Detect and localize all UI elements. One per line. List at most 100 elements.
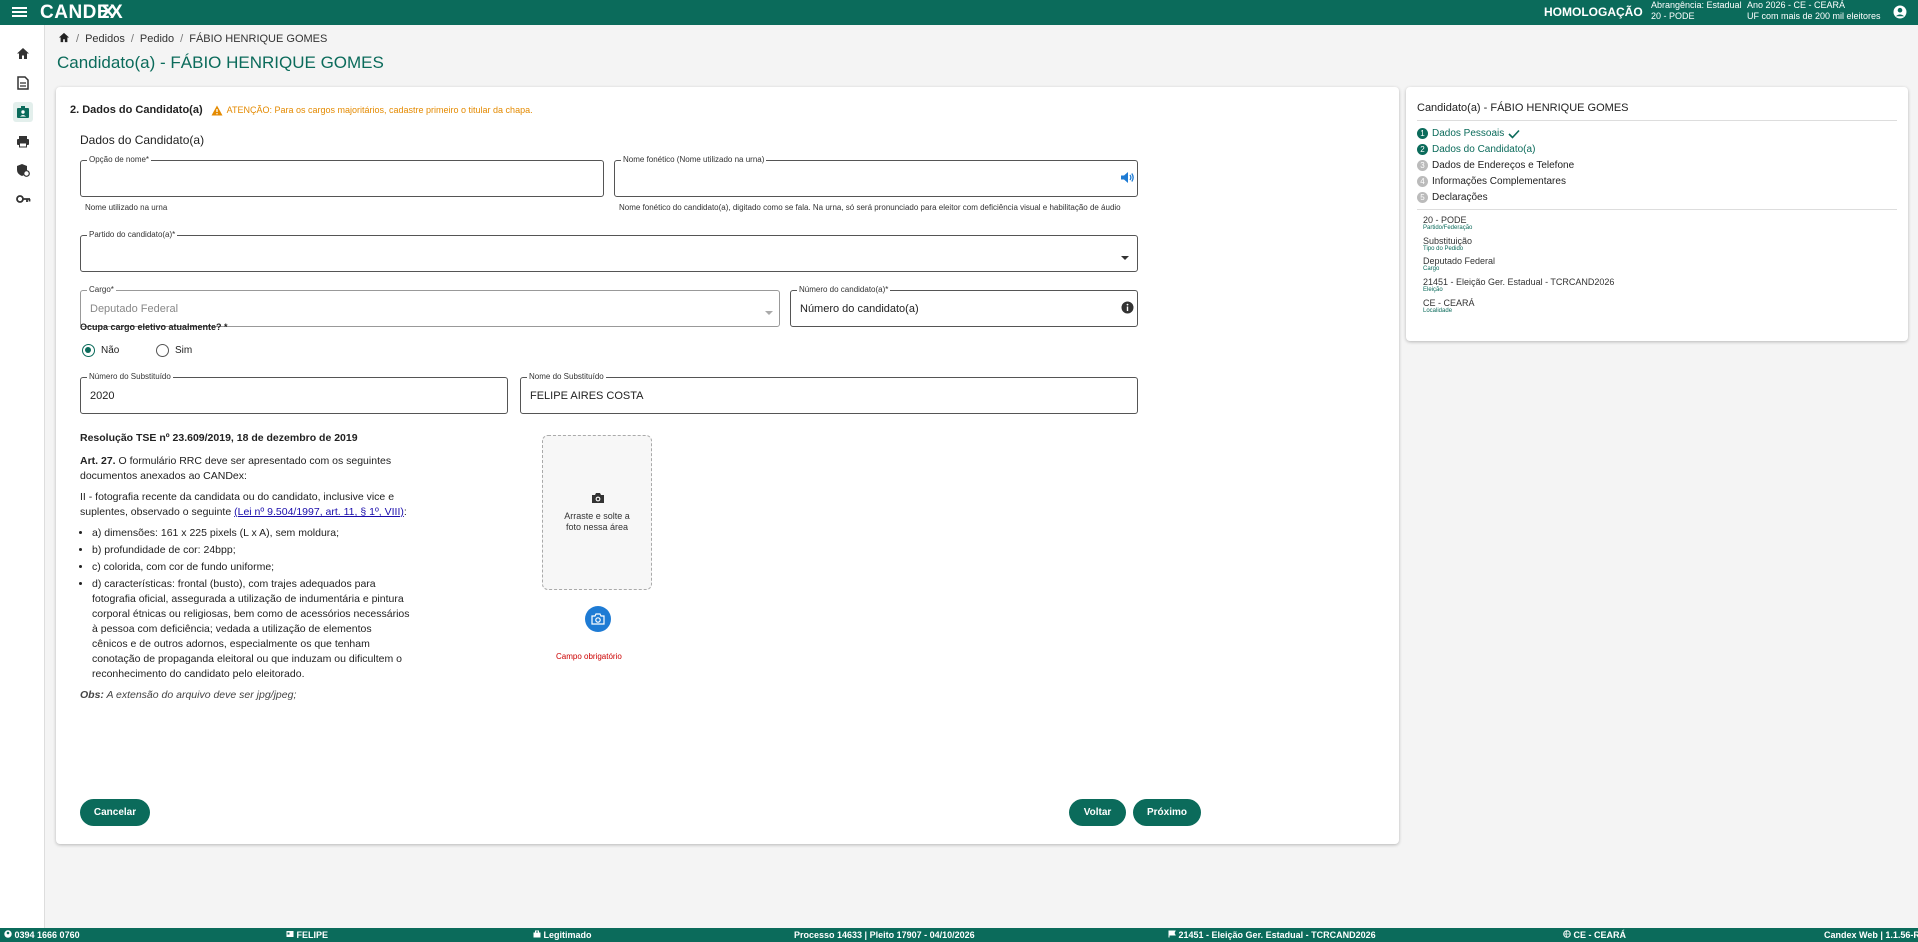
law-link[interactable]: (Lei nº 9.504/1997, art. 11, § 1º, VIII): [234, 506, 404, 518]
step-declaracoes[interactable]: 5 Declarações: [1417, 192, 1488, 203]
menu-icon[interactable]: [12, 5, 27, 20]
scope-line: Abrangência: Estadual: [1651, 0, 1742, 10]
footer-election: 21451 - Eleição Ger. Estadual - TCRCAND2…: [1168, 930, 1376, 940]
step-informacoes[interactable]: 4 Informações Complementares: [1417, 176, 1566, 187]
cancel-button[interactable]: Cancelar: [80, 799, 150, 826]
partido-select[interactable]: Partido do candidato(a)*: [80, 230, 1138, 272]
detail-value: 20 - PODE: [1423, 215, 1467, 225]
numero-substituido-field[interactable]: Número do Substituído 2020: [80, 372, 508, 414]
field-label: Número do candidato(a)*: [797, 285, 891, 294]
party-line: 20 - PODE: [1651, 11, 1695, 21]
home-crumb-icon[interactable]: [58, 32, 70, 46]
footer-election-text: 21451 - Eleição Ger. Estadual - TCRCAND2…: [1178, 930, 1376, 940]
field-placeholder: Número do candidato(a): [800, 303, 919, 315]
detail-value: CE - CEARÁ: [1423, 298, 1475, 308]
add-photo-button[interactable]: [585, 606, 611, 632]
section-title: 2. Dados do Candidato(a): [70, 104, 203, 116]
step-label: Dados do Candidato(a): [1432, 144, 1536, 155]
main-content: / Pedidos / Pedido / FÁBIO HENRIQUE GOME…: [46, 25, 1918, 928]
breadcrumb-separator: /: [180, 33, 184, 45]
candidate-form-card: 2. Dados do Candidato(a) ATENÇÃO: Para o…: [56, 87, 1399, 844]
year-line: Ano 2026 - CE - CEARÁ: [1747, 0, 1846, 10]
step-dados-candidato[interactable]: 2 Dados do Candidato(a): [1417, 144, 1535, 155]
account-circle-icon: [4, 930, 12, 938]
article-label: Art. 27.: [80, 455, 116, 467]
next-button[interactable]: Próximo: [1133, 799, 1201, 826]
chevron-down-icon[interactable]: [1120, 249, 1130, 267]
status-footer: 0394 1666 0760 FELIPE Legitimado Process…: [0, 928, 1918, 942]
step-enderecos[interactable]: 3 Dados de Endereços e Telefone: [1417, 160, 1574, 171]
detail-key: Localidade: [1423, 308, 1453, 314]
flag-icon: [1168, 930, 1176, 938]
detail-localidade: CE - CEARÁ Localidade: [1423, 298, 1475, 315]
home-icon[interactable]: [13, 43, 33, 63]
camera-icon: [591, 491, 605, 509]
list-item: b) profundidade de cor: 24bpp;: [92, 543, 410, 558]
detail-key: Cargo: [1423, 266, 1440, 272]
back-button[interactable]: Voltar: [1069, 799, 1126, 826]
key-icon[interactable]: [13, 189, 33, 209]
detail-partido: 20 - PODE Partido/Federação: [1423, 215, 1472, 232]
detail-key: Eleição: [1423, 287, 1443, 293]
obs-text: A extensão do arquivo deve ser jpg/jpeg;: [106, 689, 297, 701]
nome-opcao-field[interactable]: Opção de nome*: [80, 155, 604, 197]
document-icon[interactable]: [13, 73, 33, 93]
side-panel-title: Candidato(a) - FÁBIO HENRIQUE GOMES: [1417, 102, 1629, 114]
step-number: 3: [1417, 160, 1428, 171]
app-logo: CANDEX: [40, 2, 124, 23]
ocupa-cargo-question: Ocupa cargo eletivo atualmente? *: [80, 322, 228, 332]
step-number: 1: [1417, 128, 1428, 139]
sidebar: [0, 25, 45, 928]
detail-eleicao: 21451 - Eleição Ger. Estadual - TCRCAND2…: [1423, 277, 1614, 294]
print-icon[interactable]: [13, 131, 33, 151]
radio-button[interactable]: [156, 344, 169, 357]
obs-label: Obs:: [80, 689, 104, 701]
step-label: Informações Complementares: [1432, 176, 1566, 187]
account-icon[interactable]: [1893, 5, 1907, 19]
breadcrumb-pedidos[interactable]: Pedidos: [85, 33, 125, 45]
step-number: 4: [1417, 176, 1428, 187]
radio-nao[interactable]: Não: [82, 344, 119, 357]
detail-value: 21451 - Eleição Ger. Estadual - TCRCAND2…: [1423, 277, 1615, 287]
footer-ip: 0394 1666 0760: [4, 930, 80, 940]
field-label: Número do Substituído: [87, 372, 173, 381]
breadcrumb-pedido[interactable]: Pedido: [140, 33, 174, 45]
nome-fonetico-hint: Nome fonético do candidato(a), digitado …: [619, 203, 1121, 212]
footer-location: CE - CEARÁ: [1563, 930, 1626, 940]
law-suffix: :: [403, 506, 407, 518]
candidate-badge-icon[interactable]: [13, 102, 33, 122]
step-label: Dados Pessoais: [1432, 128, 1505, 139]
list-item: d) características: frontal (busto), com…: [92, 577, 410, 682]
required-field-message: Campo obrigatório: [556, 652, 622, 661]
detail-value: Substituição: [1423, 236, 1473, 246]
year-info: Ano 2026 - CE - CEARÁ UF com mais de 200…: [1747, 0, 1881, 22]
breadcrumb-separator: /: [130, 33, 134, 45]
breadcrumb-separator: /: [76, 33, 80, 45]
chevron-down-icon[interactable]: [764, 304, 774, 322]
field-label: Nome fonético (Nome utilizado na urna): [621, 155, 767, 164]
page-title: Candidato(a) - FÁBIO HENRIQUE GOMES: [57, 53, 384, 72]
warning-icon: [211, 105, 223, 115]
numero-candidato-field[interactable]: Número do candidato(a)* Número do candid…: [790, 285, 1138, 327]
footer-version: Candex Web | 1.1.56-RC: [1824, 930, 1918, 940]
progress-side-panel: Candidato(a) - FÁBIO HENRIQUE GOMES 1 Da…: [1406, 87, 1908, 341]
radio-label: Não: [101, 345, 120, 356]
info-icon[interactable]: [1121, 301, 1134, 319]
section-header: 2. Dados do Candidato(a) ATENÇÃO: Para o…: [70, 104, 533, 116]
warning-text: ATENÇÃO: Para os cargos majoritários, ca…: [226, 105, 533, 115]
nome-fonetico-field[interactable]: Nome fonético (Nome utilizado na urna): [614, 155, 1138, 197]
audio-icon[interactable]: [1120, 171, 1134, 189]
step-dados-pessoais[interactable]: 1 Dados Pessoais: [1417, 128, 1520, 139]
radio-sim[interactable]: Sim: [156, 344, 192, 357]
top-app-bar: CANDEX HOMOLOGAÇÃO Abrangência: Estadual…: [0, 0, 1918, 25]
nome-substituido-field[interactable]: Nome do Substituído FELIPE AIRES COSTA: [520, 372, 1138, 414]
security-icon[interactable]: [13, 160, 33, 180]
resolution-text: Resolução TSE nº 23.609/2019, 18 de deze…: [80, 431, 410, 703]
radio-button-selected[interactable]: [82, 344, 95, 357]
photo-dropzone[interactable]: Arraste e solte a foto nessa área: [542, 435, 652, 590]
article-paragraph: Art. 27. O formulário RRC deve ser apres…: [80, 454, 410, 484]
field-label: Partido do candidato(a)*: [87, 230, 178, 239]
obs-note: Obs: A extensão do arquivo deve ser jpg/…: [80, 688, 410, 703]
breadcrumb: / Pedidos / Pedido / FÁBIO HENRIQUE GOME…: [58, 32, 327, 46]
logo-mark-icon: [102, 4, 114, 18]
